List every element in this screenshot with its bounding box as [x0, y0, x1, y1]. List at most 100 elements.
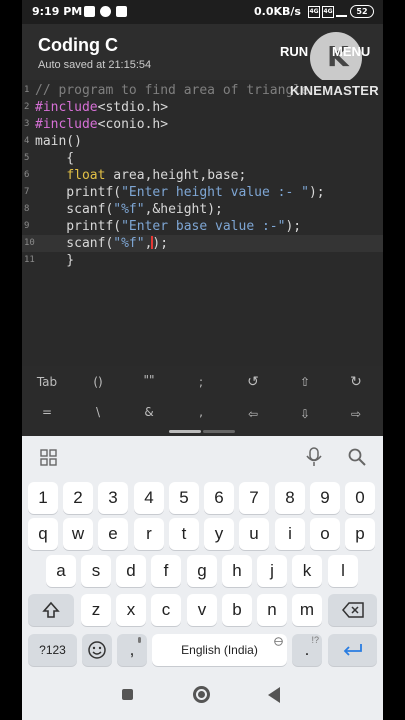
key-m[interactable]: m	[292, 594, 322, 626]
key-y[interactable]: y	[204, 518, 234, 550]
semicolon-key[interactable]: ;	[181, 375, 221, 389]
key-f[interactable]: f	[151, 555, 181, 587]
key-5[interactable]: 5	[169, 482, 199, 514]
key-4[interactable]: 4	[134, 482, 164, 514]
key-3[interactable]: 3	[98, 482, 128, 514]
watermark: KINEMASTER	[290, 83, 379, 98]
punctuation-hint: !?	[311, 635, 319, 645]
phone-screen: 9:19 PM 0.0KB/s 4G 4G 52 Coding C Auto s…	[22, 0, 383, 720]
shift-key[interactable]	[28, 594, 74, 626]
recents-icon[interactable]	[122, 689, 133, 700]
space-bar[interactable]: English (India)	[152, 634, 287, 666]
run-button[interactable]: RUN	[280, 44, 308, 59]
emoji-key[interactable]	[82, 634, 112, 666]
undo-icon[interactable]: ↺	[233, 374, 273, 390]
code-editor[interactable]: 1 // program to find area of triangle KI…	[22, 80, 383, 366]
code-line: 9 printf("Enter base value :-");	[24, 219, 302, 234]
key-r[interactable]: r	[134, 518, 164, 550]
system-nav-bar	[22, 670, 383, 720]
key-n[interactable]: n	[257, 594, 287, 626]
code-line: 3 #include<conio.h>	[24, 117, 169, 132]
arrow-left-icon[interactable]: ⇦	[233, 407, 273, 421]
backspace-icon	[341, 602, 364, 618]
parens-key[interactable]: ()	[78, 375, 118, 389]
arrow-up-icon[interactable]: ⇧	[285, 375, 325, 389]
backslash-key[interactable]: \	[78, 405, 118, 419]
key-g[interactable]: g	[187, 555, 217, 587]
key-k[interactable]: k	[292, 555, 322, 587]
drag-handle[interactable]	[169, 430, 201, 433]
key-j[interactable]: j	[257, 555, 287, 587]
key-x[interactable]: x	[116, 594, 146, 626]
key-o[interactable]: o	[310, 518, 340, 550]
back-icon[interactable]	[268, 687, 280, 703]
key-w[interactable]: w	[63, 518, 93, 550]
drag-handle-inactive	[203, 430, 235, 433]
menu-button[interactable]: MENU	[332, 44, 370, 59]
enter-key[interactable]	[328, 634, 377, 666]
code-line: 2 #include<stdio.h>	[24, 100, 169, 115]
period-key[interactable]: . !?	[292, 634, 322, 666]
quotes-key[interactable]: ""	[129, 373, 169, 387]
arrow-down-icon[interactable]: ⇩	[285, 407, 325, 421]
soft-keyboard: 1 2 3 4 5 6 7 8 9 0 q w e r t y u i o p …	[22, 436, 383, 670]
key-1[interactable]: 1	[28, 482, 58, 514]
key-0[interactable]: 0	[345, 482, 375, 514]
keyboard-toolbar	[22, 436, 383, 478]
apps-grid-icon[interactable]	[40, 449, 57, 466]
code-line: 8 scanf("%f",&height);	[24, 202, 223, 217]
signal-icon: 4G	[308, 6, 320, 18]
code-line: 4 main()	[24, 134, 82, 149]
comma-key[interactable]: ,	[181, 405, 221, 419]
key-i[interactable]: i	[275, 518, 305, 550]
image-icon	[116, 6, 127, 17]
tab-key[interactable]: Tab	[27, 375, 67, 389]
home-icon[interactable]	[193, 686, 210, 703]
key-s[interactable]: s	[81, 555, 111, 587]
key-z[interactable]: z	[81, 594, 111, 626]
code-line: 6 float area,height,base;	[24, 168, 247, 183]
shift-icon	[42, 601, 60, 618]
key-q[interactable]: q	[28, 518, 58, 550]
code-line-current: 10 scanf("%f",);	[22, 235, 383, 252]
emoji-icon	[88, 641, 106, 659]
wifi-icon	[336, 6, 347, 17]
code-line: 11 }	[24, 253, 75, 268]
enter-icon	[343, 644, 362, 656]
status-time: 9:19 PM	[32, 5, 83, 18]
key-d[interactable]: d	[116, 555, 146, 587]
battery-indicator: 52	[350, 5, 374, 18]
key-a[interactable]: a	[46, 555, 76, 587]
key-2[interactable]: 2	[63, 482, 93, 514]
microphone-icon[interactable]	[306, 447, 322, 467]
key-e[interactable]: e	[98, 518, 128, 550]
arrow-right-icon[interactable]: ⇨	[336, 407, 376, 421]
key-p[interactable]: p	[345, 518, 375, 550]
key-7[interactable]: 7	[239, 482, 269, 514]
comma-keyboard-key[interactable]: ,	[117, 634, 147, 666]
key-8[interactable]: 8	[275, 482, 305, 514]
key-9[interactable]: 9	[310, 482, 340, 514]
symbols-key[interactable]: ?123	[28, 634, 77, 666]
network-speed: 0.0KB/s	[254, 5, 301, 18]
symbol-toolbar: Tab () "" ; ↺ ⇧ ↻ = \ & , ⇦ ⇩ ⇨	[22, 366, 383, 436]
key-t[interactable]: t	[169, 518, 199, 550]
ampersand-key[interactable]: &	[129, 405, 169, 419]
globe-icon	[274, 637, 283, 646]
redo-icon[interactable]: ↻	[336, 374, 376, 390]
key-b[interactable]: b	[222, 594, 252, 626]
code-line: 7 printf("Enter height value :- ");	[24, 185, 325, 200]
key-c[interactable]: c	[151, 594, 181, 626]
key-l[interactable]: l	[328, 555, 358, 587]
key-h[interactable]: h	[222, 555, 252, 587]
key-v[interactable]: v	[187, 594, 217, 626]
key-u[interactable]: u	[239, 518, 269, 550]
equals-key[interactable]: =	[27, 405, 67, 419]
backspace-key[interactable]	[328, 594, 377, 626]
key-6[interactable]: 6	[204, 482, 234, 514]
notification-icon	[84, 6, 95, 17]
shield-icon	[100, 6, 111, 17]
status-bar: 9:19 PM 0.0KB/s 4G 4G 52	[22, 0, 383, 24]
file-title: Coding C	[38, 35, 118, 55]
search-icon[interactable]	[348, 448, 366, 466]
